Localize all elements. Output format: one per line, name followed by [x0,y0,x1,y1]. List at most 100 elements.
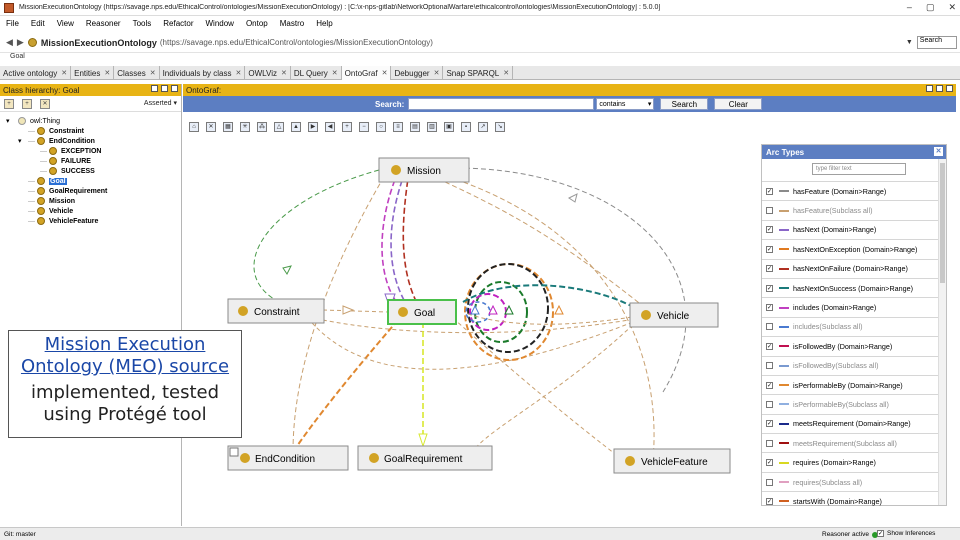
arc-type-row[interactable]: ✓ hasNextOnFailure (Domain>Range) [762,258,946,278]
graph-node-constraint[interactable]: Constraint [227,298,325,324]
scrollbar-thumb[interactable] [940,163,945,283]
graph-node-goalrequirement[interactable]: GoalRequirement [357,445,493,471]
arc-type-checkbox[interactable]: ✓ [766,245,773,253]
zoom-in-icon[interactable]: + [342,122,352,132]
arc-filter-input[interactable]: type filter text [812,163,906,175]
zoom-out-icon[interactable]: − [359,122,369,132]
remove-node-icon[interactable]: ✕ [206,122,216,132]
arc-type-row[interactable]: ✓ includes (Domain>Range) [762,297,946,316]
menu-edit[interactable]: Edit [31,19,45,28]
graph-node-goal[interactable]: Goal [387,299,457,325]
ontology-dropdown-icon[interactable]: ▼ [906,39,913,46]
arc-type-checkbox[interactable] [766,439,773,447]
arc-type-row[interactable]: hasFeature(Subclass all) [762,200,946,219]
arc-type-row[interactable]: ✓ hasNextOnException (Domain>Range) [762,239,946,258]
back-arrow-icon[interactable]: ◀ [6,37,13,48]
pane-menu-icon[interactable] [926,85,933,92]
image-export-icon[interactable]: ▣ [444,122,454,132]
arc-type-row[interactable]: requires(Subclass all) [762,471,946,491]
tree-item[interactable]: — EXCEPTION [30,146,101,156]
pane-menu-icon[interactable] [151,85,158,92]
export-icon[interactable]: ↗ [478,122,488,132]
home-icon[interactable]: ⌂ [189,122,199,132]
tab-close-icon[interactable]: ✕ [61,69,67,77]
tab-close-icon[interactable]: ✕ [150,69,156,77]
tree-item[interactable]: ▾ owl:Thing [6,116,60,126]
arc-type-row[interactable]: ✓ requires (Domain>Range) [762,452,946,471]
tree-item[interactable]: — SUCCESS [30,166,95,176]
tree-item[interactable]: — Goal [18,176,67,186]
arc-type-checkbox[interactable] [766,362,773,370]
menu-tools[interactable]: Tools [133,19,152,28]
arc-type-row[interactable]: meetsRequirement(Subclass all) [762,433,946,452]
search-button[interactable]: Search [660,98,709,110]
close-icon[interactable]: ✕ [934,147,943,156]
show-inferences-toggle[interactable]: ✓ Show Inferences [877,530,935,537]
tab-classes[interactable]: Classes ✕ [114,66,160,80]
tree-item[interactable]: ▾ — EndCondition [18,136,95,146]
horizontal-tree-icon[interactable]: ◀ [325,122,335,132]
tree-item[interactable]: — Mission [18,196,75,206]
tab-close-icon[interactable]: ✕ [281,69,287,77]
save-icon[interactable]: ▪ [461,122,471,132]
tab-close-icon[interactable]: ✕ [503,69,509,77]
menu-file[interactable]: File [6,19,19,28]
menu-view[interactable]: View [57,19,74,28]
forward-arrow-icon[interactable]: ▶ [17,37,24,48]
arc-type-row[interactable]: includes(Subclass all) [762,316,946,336]
tab-active-ontology[interactable]: Active ontology ✕ [0,66,72,80]
zoom-fit-icon[interactable]: ○ [376,122,386,132]
graph-node-vehiclefeature[interactable]: VehicleFeature [613,448,731,474]
tree-toggle-icon[interactable]: ▾ [18,137,28,145]
arc-type-checkbox[interactable] [766,207,773,215]
arc-type-checkbox[interactable] [766,400,773,408]
caption-title-link[interactable]: Mission Execution Ontology (MEO) source [9,334,241,378]
arc-type-checkbox[interactable] [766,323,773,331]
tree-down-icon[interactable]: ▲ [291,122,301,132]
tab-dl-query[interactable]: DL Query ✕ [291,66,342,80]
maximize-button[interactable]: ▢ [926,2,935,13]
clear-button[interactable]: Clear [714,98,763,110]
arc-type-row[interactable]: ✓ meetsRequirement (Domain>Range) [762,413,946,433]
tree-layout-icon[interactable]: △ [274,122,284,132]
tab-close-icon[interactable]: ✕ [104,69,110,77]
arc-type-checkbox[interactable]: ✓ [766,420,773,428]
pane-float-icon[interactable] [161,85,168,92]
graph-node-endcondition[interactable]: EndCondition [227,445,349,471]
arc-type-row[interactable]: ✓ startsWith (Domain>Range) [762,491,946,510]
hierarchy-mode-select[interactable]: Asserted ▾ [144,99,177,107]
tab-close-icon[interactable]: ✕ [236,69,242,77]
grid-layout-icon[interactable]: ▦ [223,122,233,132]
entity-search-field[interactable]: Search [916,36,957,49]
tree-item[interactable]: — FAILURE [30,156,91,166]
pane-float-icon[interactable] [936,85,943,92]
tab-individuals-by-class[interactable]: Individuals by class ✕ [160,66,246,80]
arc-type-checkbox[interactable]: ✓ [766,459,773,467]
arc-type-checkbox[interactable]: ✓ [766,381,773,389]
show-inferences-checkbox[interactable]: ✓ [877,530,884,537]
arc-type-row[interactable]: isPerformableBy(Subclass all) [762,394,946,413]
graph-node-mission[interactable]: Mission [378,157,470,183]
radial-layout-icon[interactable]: ✳ [240,122,250,132]
arc-type-checkbox[interactable]: ✓ [766,284,773,292]
arc-type-checkbox[interactable] [766,478,773,486]
menu-refactor[interactable]: Refactor [163,19,193,28]
close-button[interactable]: ✕ [948,2,956,13]
graph-node-vehicle[interactable]: Vehicle [629,302,719,328]
pane-close-icon[interactable] [171,85,178,92]
add-subclass-icon[interactable]: + [4,98,14,109]
tree-item[interactable]: — VehicleFeature [18,216,98,226]
arc-type-row[interactable]: ✓ isPerformableBy (Domain>Range) [762,374,946,394]
arc-type-checkbox[interactable]: ✓ [766,187,773,195]
arc-list-scrollbar[interactable] [938,159,946,505]
menu-mastro[interactable]: Mastro [280,19,304,28]
spring-layout-icon[interactable]: ⁂ [257,122,267,132]
arc-type-checkbox[interactable]: ✓ [766,304,773,312]
tree-item[interactable]: — GoalRequirement [18,186,107,196]
match-mode-select[interactable]: contains ▾ [596,98,655,110]
delete-class-icon[interactable]: ✕ [40,98,50,109]
arc-type-row[interactable]: ✓ hasNextOnSuccess (Domain>Range) [762,277,946,297]
node-types-icon[interactable]: ▤ [410,122,420,132]
arc-type-checkbox[interactable]: ✓ [766,226,773,234]
tree-toggle-icon[interactable]: ▾ [6,117,16,125]
